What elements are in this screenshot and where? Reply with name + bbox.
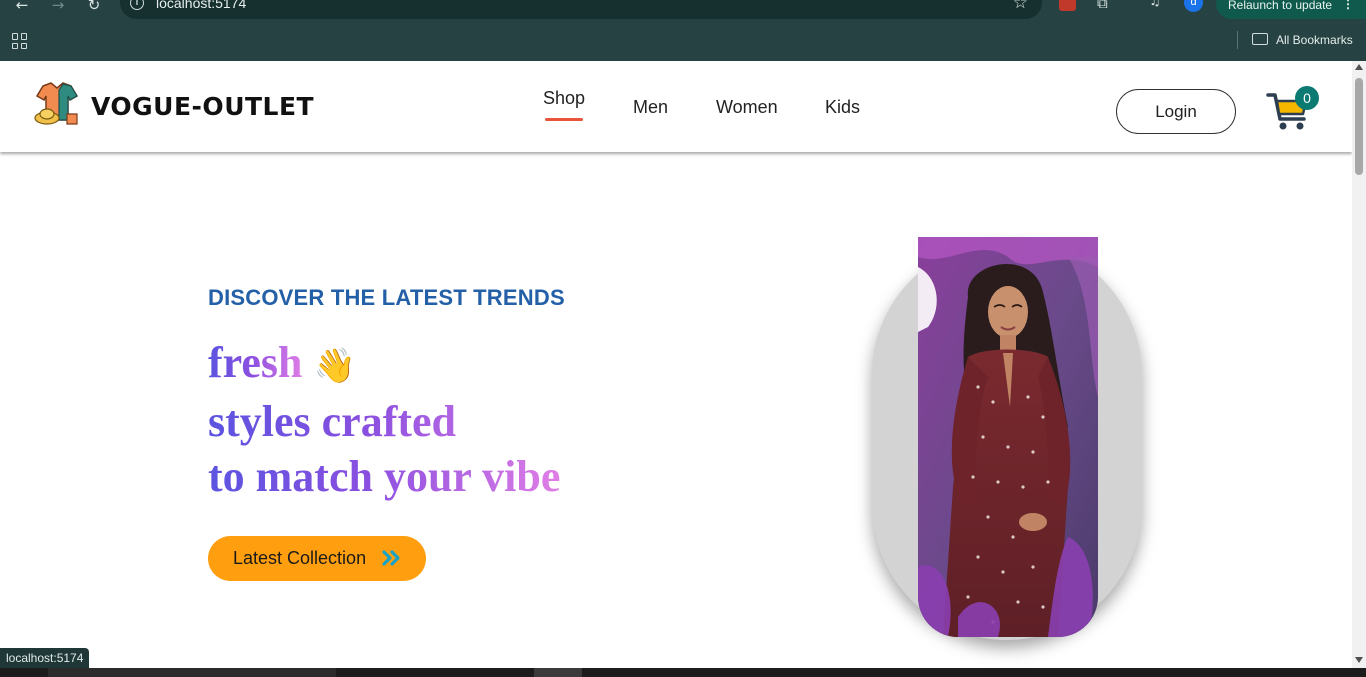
- profile-avatar[interactable]: d: [1184, 0, 1203, 12]
- forward-arrow-icon[interactable]: →: [49, 0, 67, 14]
- relaunch-label: Relaunch to update: [1228, 0, 1333, 12]
- browser-chrome: ← → ↻ i localhost:5174 ☆ ⧉ ♫ d Relaunch …: [0, 0, 1366, 61]
- page-scrollbar[interactable]: [1352, 61, 1366, 668]
- bookmarks-divider: [1237, 31, 1238, 49]
- cta-label: Latest Collection: [233, 548, 367, 568]
- brand-name[interactable]: VOGUE-OUTLET: [91, 92, 314, 121]
- relaunch-button[interactable]: Relaunch to update ⋮: [1216, 0, 1366, 19]
- nav-link-shop[interactable]: Shop: [543, 88, 585, 109]
- waving-hand-icon: 👋: [313, 346, 356, 386]
- folder-icon[interactable]: [1252, 33, 1268, 45]
- nav-link-kids[interactable]: Kids: [825, 97, 860, 118]
- all-bookmarks-link[interactable]: All Bookmarks: [1276, 33, 1353, 47]
- cart-count-badge: 0: [1295, 86, 1319, 110]
- scroll-thumb[interactable]: [1355, 78, 1363, 175]
- taskbar-app[interactable]: [534, 668, 582, 677]
- media-icon[interactable]: ♫: [1149, 0, 1167, 12]
- address-bar[interactable]: i localhost:5174 ☆: [120, 0, 1042, 19]
- site-navbar: VOGUE-OUTLET Shop Men Women Kids Login 0: [0, 61, 1352, 152]
- nav-link-men[interactable]: Men: [633, 97, 668, 118]
- apps-grid-icon[interactable]: [12, 33, 28, 49]
- bookmarks-bar: All Bookmarks: [0, 22, 1366, 61]
- puzzle-icon[interactable]: ⧉: [1097, 0, 1115, 12]
- headline-line-3: to match your vibe: [208, 449, 560, 504]
- status-bubble: localhost:5174: [0, 648, 90, 668]
- back-arrow-icon[interactable]: ←: [13, 0, 31, 14]
- headline-line-2: styles crafted: [208, 394, 560, 449]
- page-viewport: VOGUE-OUTLET Shop Men Women Kids Login 0…: [0, 61, 1352, 668]
- os-taskbar: [0, 668, 1366, 677]
- login-button[interactable]: Login: [1116, 89, 1236, 134]
- nav-link-women[interactable]: Women: [716, 97, 778, 118]
- headline-word-fresh: fresh: [208, 338, 303, 387]
- star-icon[interactable]: ☆: [1013, 0, 1028, 13]
- hero-headline: fresh 👋 styles crafted to match your vib…: [208, 335, 560, 504]
- hero-model-image: [918, 237, 1098, 637]
- menu-dots-icon[interactable]: ⋮: [1342, 0, 1354, 11]
- scroll-down-arrow-icon[interactable]: [1355, 657, 1363, 663]
- extension-icon[interactable]: [1059, 0, 1076, 11]
- double-chevron-right-icon: [382, 550, 400, 566]
- hero-eyebrow: DISCOVER THE LATEST TRENDS: [208, 285, 565, 310]
- active-nav-indicator: [545, 118, 583, 121]
- latest-collection-button[interactable]: Latest Collection: [208, 536, 426, 581]
- reload-icon[interactable]: ↻: [85, 0, 103, 14]
- browser-toolbar: ← → ↻ i localhost:5174 ☆ ⧉ ♫ d Relaunch …: [0, 0, 1366, 22]
- taskbar-search[interactable]: [48, 668, 336, 677]
- clothes-logo-icon[interactable]: [33, 80, 81, 128]
- scroll-up-arrow-icon[interactable]: [1355, 64, 1363, 70]
- address-url[interactable]: localhost:5174: [156, 0, 246, 11]
- info-icon[interactable]: i: [130, 0, 144, 10]
